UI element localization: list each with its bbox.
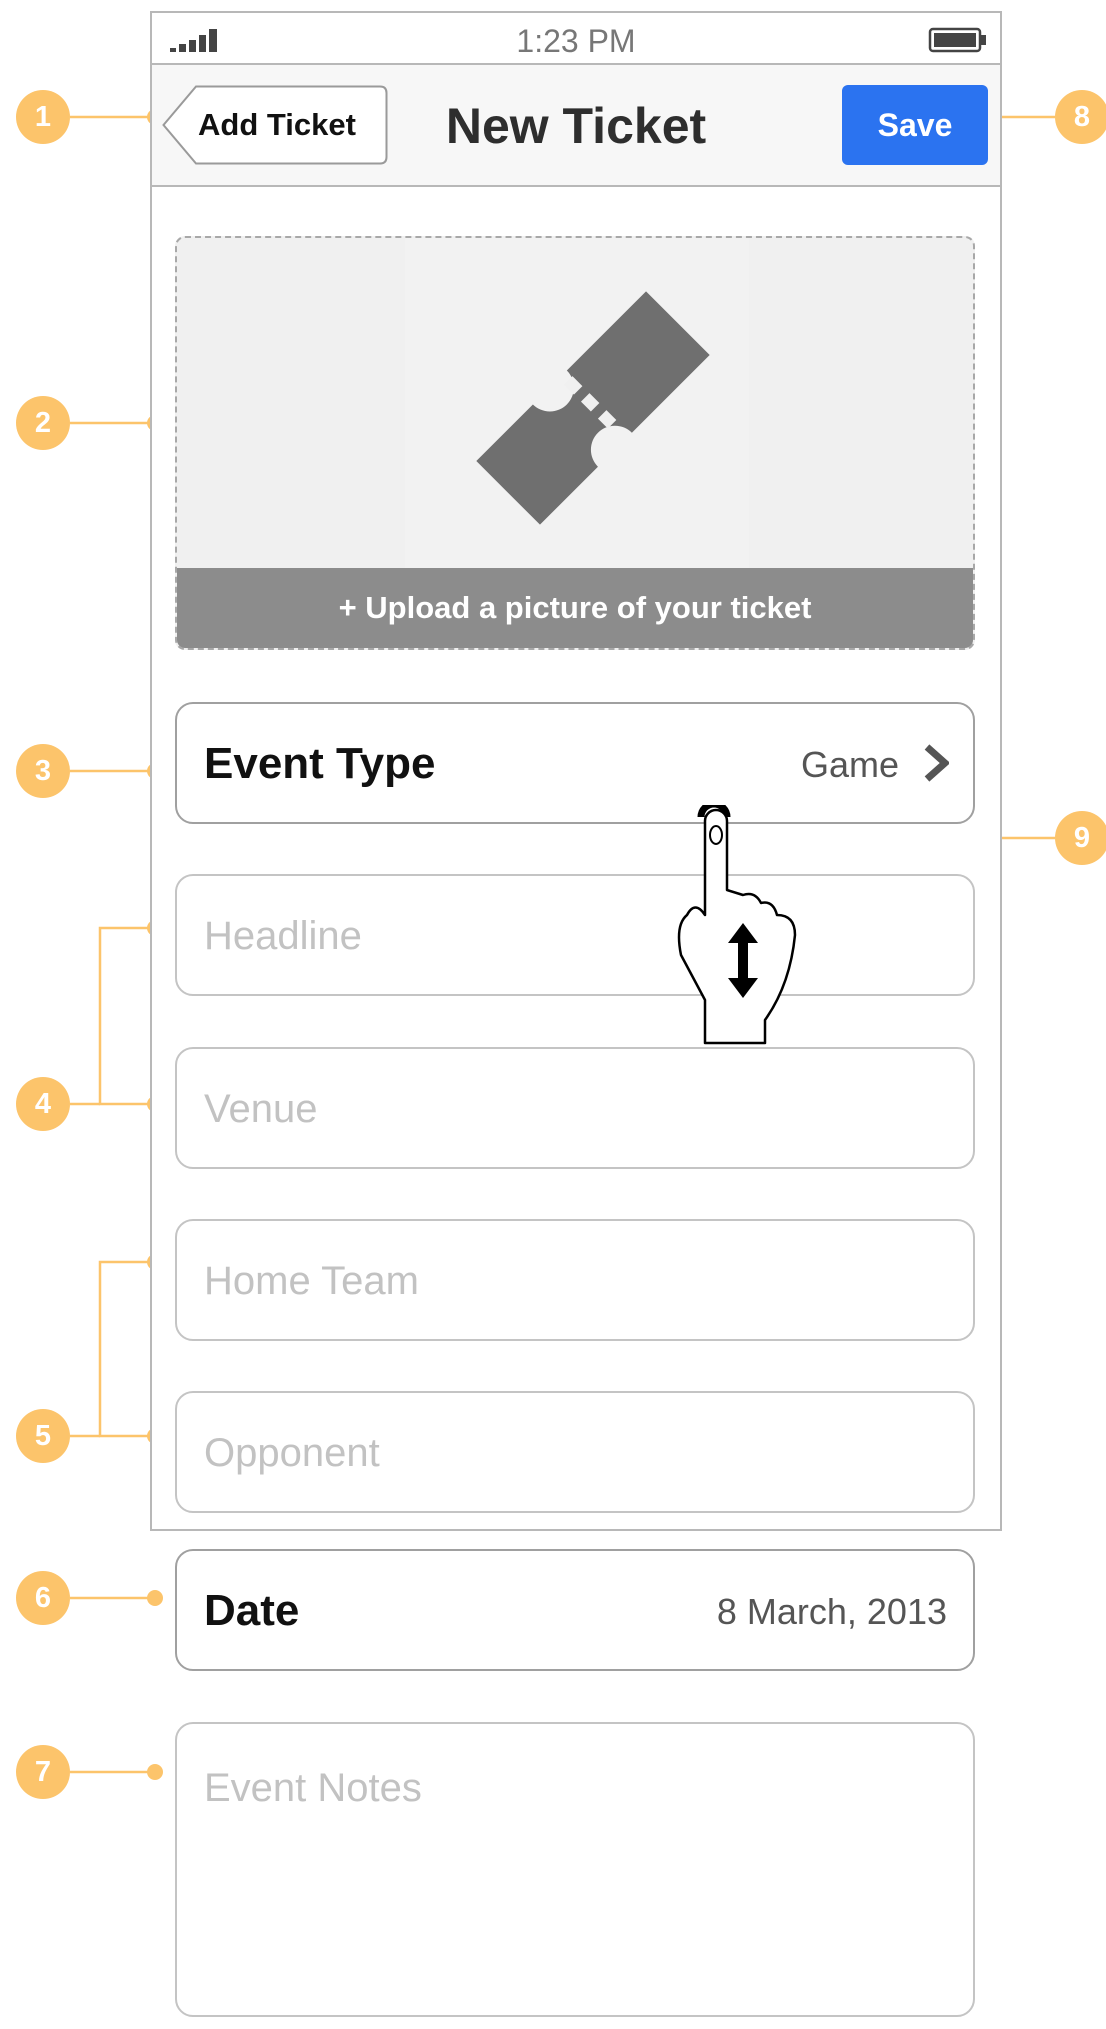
- date-value: 8 March, 2013: [716, 1591, 947, 1632]
- annotation-marker-7: 7: [16, 1745, 70, 1799]
- venue-field[interactable]: Venue: [175, 1047, 975, 1169]
- save-button[interactable]: Save: [842, 85, 988, 165]
- home-team-placeholder: Home Team: [204, 1259, 419, 1303]
- ticket-photo-upload[interactable]: + Upload a picture of your ticket: [175, 236, 975, 650]
- ticket-icon: [476, 291, 710, 525]
- status-bar: 1:23 PM: [152, 13, 1000, 65]
- event-type-row[interactable]: Event Type Game: [175, 702, 975, 824]
- headline-placeholder: Headline: [204, 914, 362, 958]
- annotation-marker-9: 9: [1055, 811, 1106, 865]
- annotation-marker-5: 5: [16, 1409, 70, 1463]
- annotation-marker-3: 3: [16, 744, 70, 798]
- upload-picture-button[interactable]: + Upload a picture of your ticket: [177, 568, 973, 648]
- event-type-label: Event Type: [204, 739, 436, 788]
- annotation-marker-6: 6: [16, 1571, 70, 1625]
- venue-placeholder: Venue: [204, 1087, 318, 1131]
- event-notes-placeholder: Event Notes: [204, 1766, 422, 1810]
- annotation-marker-8: 8: [1055, 90, 1106, 144]
- home-team-field[interactable]: Home Team: [175, 1219, 975, 1341]
- annotation-marker-1: 1: [16, 90, 70, 144]
- event-notes-field[interactable]: Event Notes: [175, 1722, 975, 2017]
- annotation-marker-4: 4: [16, 1077, 70, 1131]
- event-type-value: Game: [800, 744, 899, 785]
- battery-full-icon: [928, 27, 986, 53]
- status-time: 1:23 PM: [516, 23, 636, 59]
- date-row[interactable]: Date 8 March, 2013: [175, 1549, 975, 1671]
- navigation-bar: Add Ticket New Ticket Save: [152, 65, 1000, 187]
- opponent-placeholder: Opponent: [204, 1431, 380, 1475]
- hand-drag-vertical-icon: [677, 805, 797, 1045]
- date-label: Date: [204, 1586, 300, 1635]
- chevron-right-icon: [924, 744, 949, 782]
- headline-field[interactable]: Headline: [175, 874, 975, 996]
- opponent-field[interactable]: Opponent: [175, 1391, 975, 1513]
- annotation-marker-2: 2: [16, 396, 70, 450]
